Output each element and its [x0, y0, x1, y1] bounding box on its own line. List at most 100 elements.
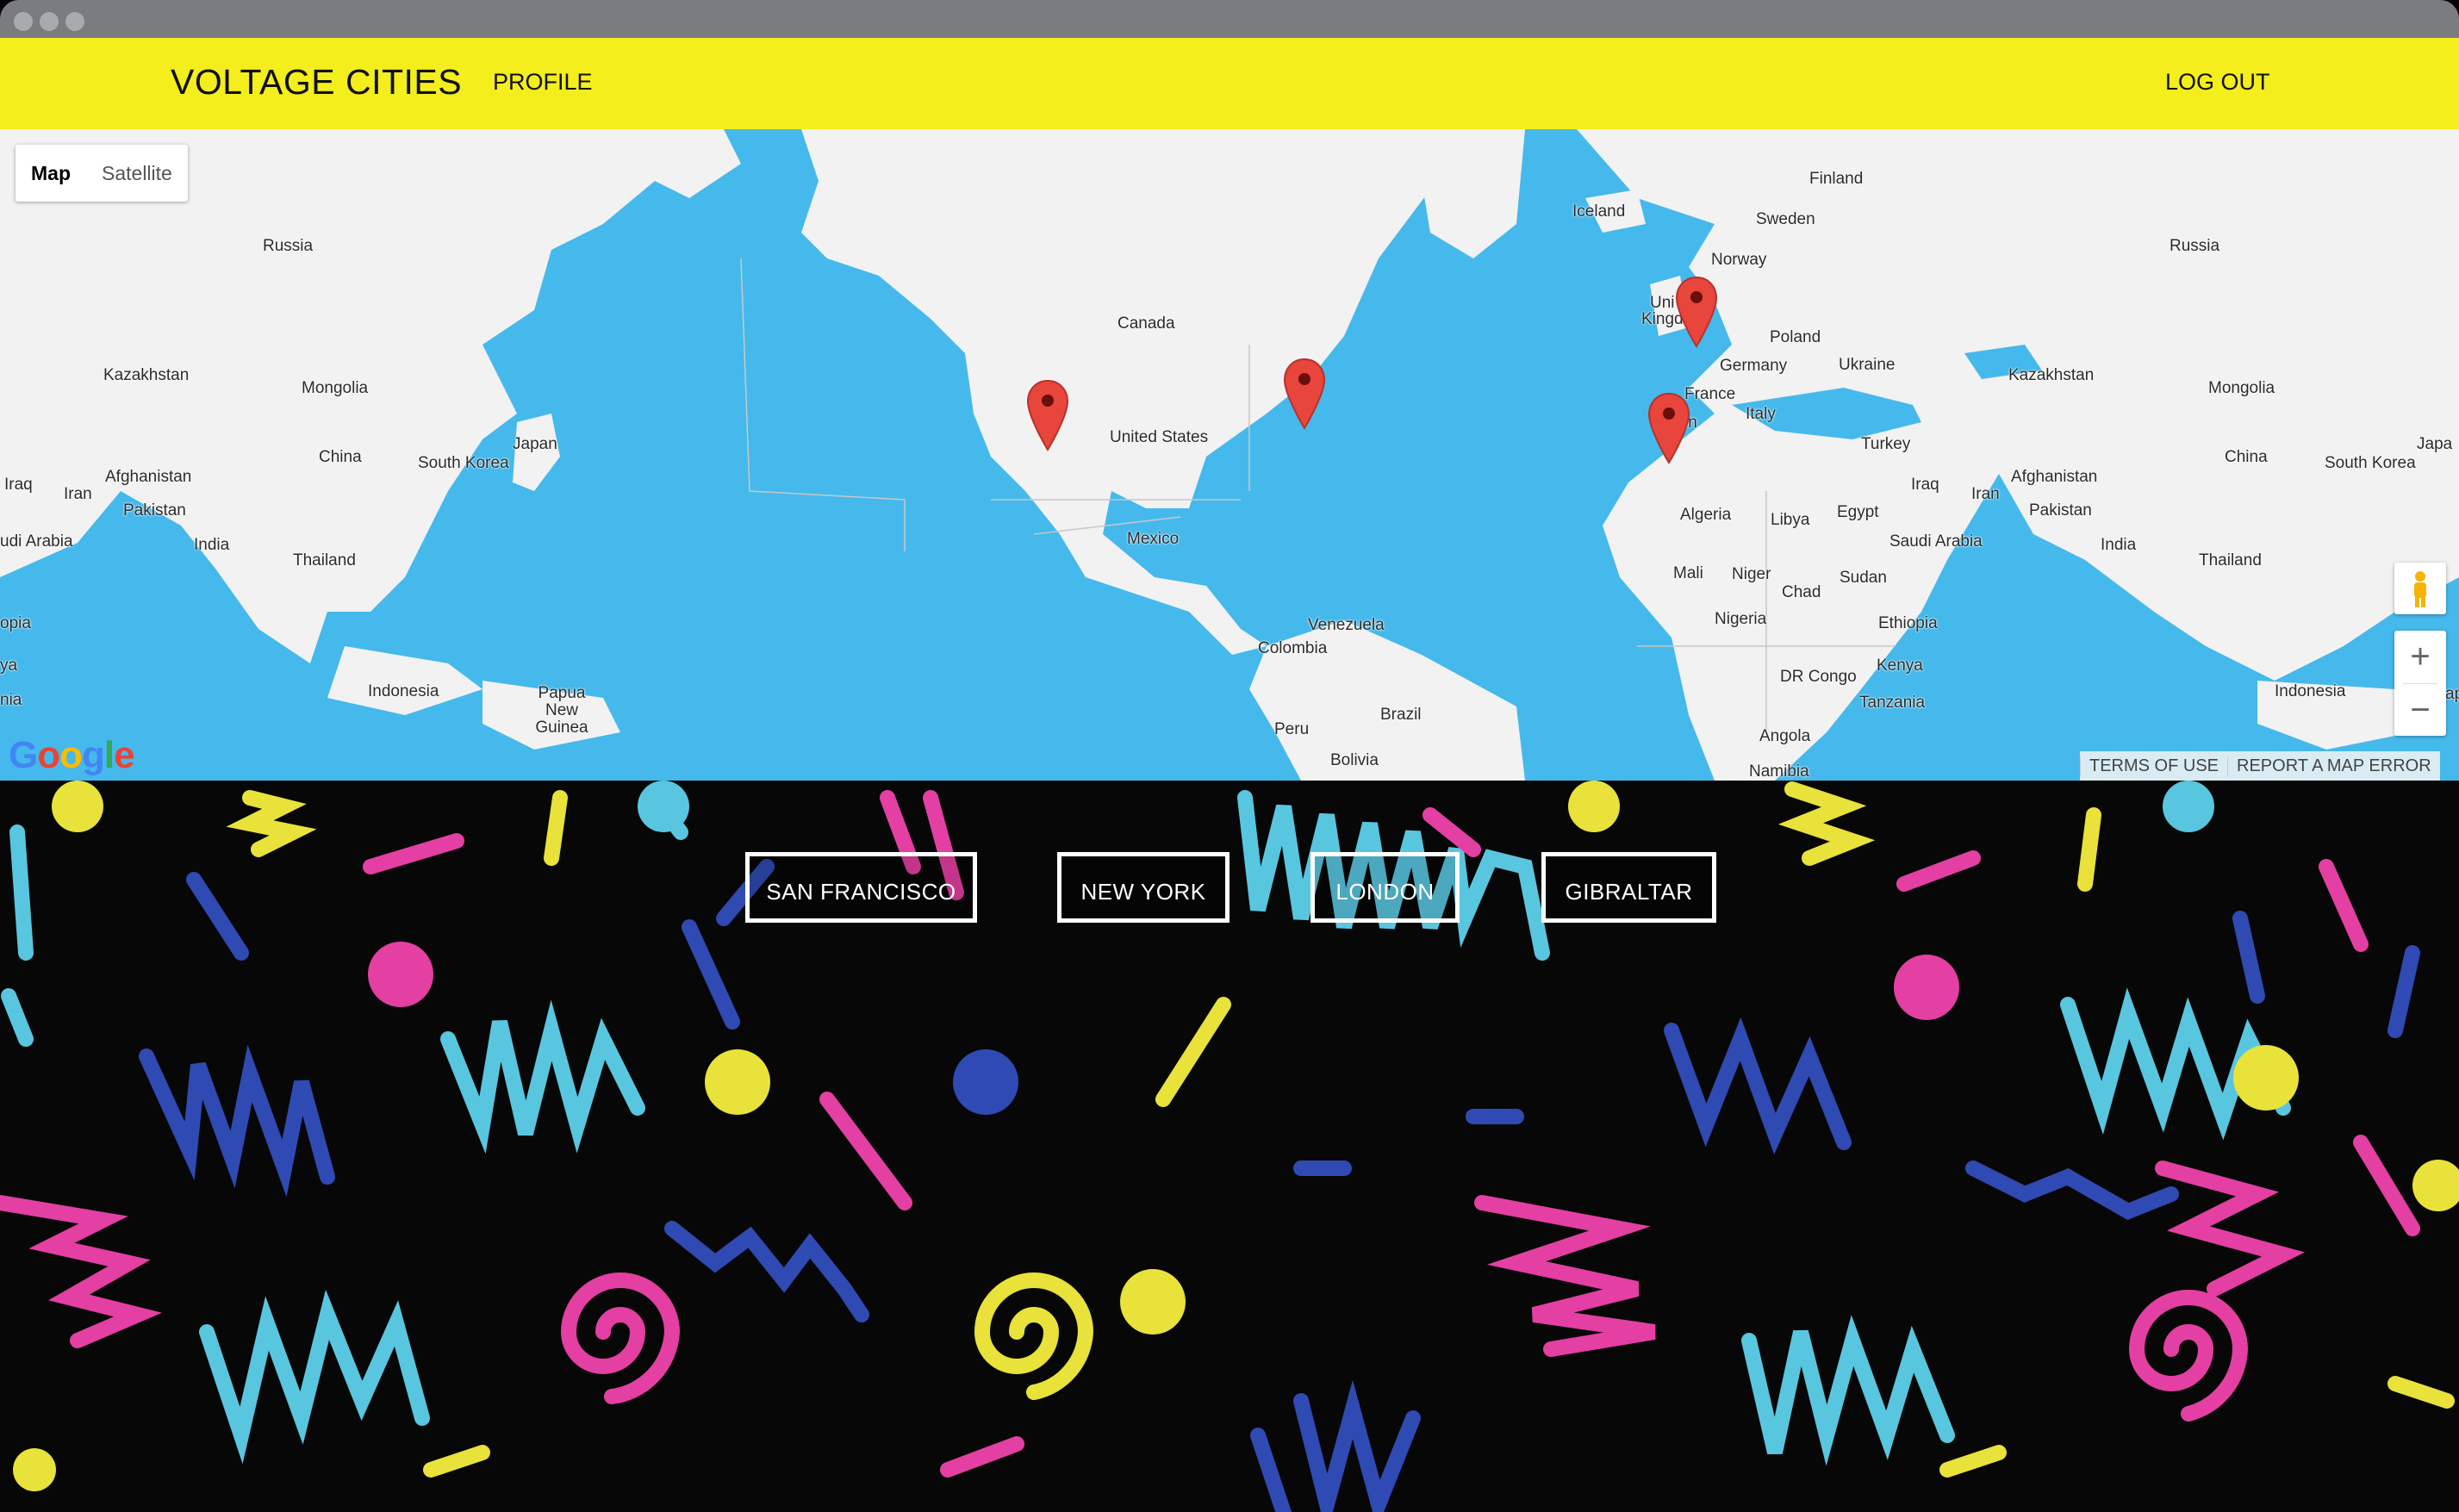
map-footer: TERMS OF USE REPORT A MAP ERROR — [2080, 751, 2440, 781]
map-label: Indonesia — [368, 682, 439, 700]
map-label: Kazakhstan — [103, 366, 190, 384]
map-label: Colombia — [1258, 639, 1328, 657]
map-label: Poland — [1770, 328, 1821, 346]
logo-letter: o — [37, 734, 60, 776]
map-label: Venezuela — [1308, 616, 1385, 634]
map-label: United States — [1110, 428, 1209, 446]
map-label: India — [2101, 536, 2137, 554]
map-label: Norway — [1711, 251, 1767, 269]
map-marker-new-york[interactable] — [1283, 358, 1326, 430]
map-label: Ukraine — [1839, 356, 1896, 374]
zoom-out-button[interactable]: − — [2394, 684, 2446, 736]
map-label: Sudan — [1840, 569, 1887, 587]
city-button-san-francisco[interactable]: SAN FRANCISCO — [745, 852, 977, 923]
google-logo[interactable]: Google — [9, 734, 135, 777]
map-label: Thailand — [293, 551, 356, 569]
map-label: Italy — [1746, 405, 1776, 423]
map-label: Chad — [1782, 583, 1821, 601]
city-button-new-york[interactable]: NEW YORK — [1057, 852, 1230, 923]
map-label: Mongolia — [302, 379, 369, 397]
map-label: Algeria — [1680, 506, 1732, 524]
window-titlebar — [0, 0, 2459, 38]
map-label: Thailand — [2199, 551, 2262, 569]
map-label: Afghanistan — [2011, 468, 2098, 486]
map-label: Mexico — [1127, 530, 1180, 548]
map-type-control: Map Satellite — [16, 145, 188, 202]
map-label: Kenya — [1877, 656, 1923, 675]
map-label: Saudi Arabia — [1889, 532, 1983, 551]
logo-letter: G — [9, 734, 38, 776]
map-label: Iran — [64, 485, 92, 503]
map-label: Niger — [1732, 565, 1771, 583]
map-label: Finland — [1809, 170, 1864, 188]
map-type-satellite-button[interactable]: Satellite — [86, 145, 188, 202]
memphis-pattern-background — [0, 781, 2459, 1512]
map-label: Russia — [2170, 237, 2220, 255]
map-label: DR Congo — [1780, 668, 1857, 686]
map-marker-gibraltar[interactable] — [1647, 392, 1690, 464]
map-label: Indonesia — [2275, 682, 2346, 700]
map-label: Japa — [2417, 435, 2453, 453]
window-zoom-dot[interactable] — [65, 12, 84, 31]
map-marker-london[interactable] — [1675, 276, 1718, 348]
window-close-dot[interactable] — [14, 12, 33, 31]
map-label: udi Arabia — [0, 532, 73, 551]
map-label: Nigeria — [1715, 610, 1767, 628]
map-label: ya — [0, 656, 18, 675]
brand-logo[interactable]: VOLTAGE CITIES — [171, 62, 462, 103]
map-label: Pakistan — [123, 501, 186, 520]
map-label: Libya — [1771, 511, 1810, 529]
report-map-error-link[interactable]: REPORT A MAP ERROR — [2227, 756, 2440, 776]
zoom-in-button[interactable]: + — [2394, 631, 2446, 682]
map-label: Peru — [1274, 720, 1310, 738]
map-label: Tanzania — [1859, 694, 1926, 712]
map-label: Iraq — [4, 476, 33, 494]
map-label: Iran — [1971, 485, 2000, 503]
map-label: Papua New Guinea — [535, 684, 588, 737]
map-label: Iraq — [1911, 476, 1939, 494]
map-type-map-button[interactable]: Map — [16, 145, 86, 202]
city-button-london[interactable]: LONDON — [1310, 852, 1460, 923]
map-label: Kazakhstan — [2008, 366, 2095, 384]
window-minimize-dot[interactable] — [40, 12, 59, 31]
map-label: Egypt — [1837, 503, 1879, 521]
map-label: Pakistan — [2029, 501, 2092, 520]
map-label: Brazil — [1380, 706, 1422, 724]
map-label: Turkey — [1861, 435, 1911, 453]
map-label: Mali — [1673, 564, 1703, 582]
map-label: China — [319, 448, 362, 466]
map-label: Namibia — [1749, 762, 1809, 781]
map-label: Angola — [1759, 727, 1811, 745]
map-label: Russia — [263, 237, 314, 255]
map-label: Japan — [513, 435, 557, 453]
map-label: Iceland — [1572, 202, 1626, 221]
logo-letter: e — [114, 734, 135, 776]
logo-letter: o — [59, 734, 83, 776]
map-label: Afghanistan — [105, 468, 192, 486]
nav-profile-link[interactable]: PROFILE — [493, 69, 593, 96]
top-nav-bar: VOLTAGE CITIES PROFILE LOG OUT — [0, 38, 2459, 129]
map-label: Bolivia — [1330, 751, 1379, 769]
pegman-icon — [2414, 571, 2426, 607]
map-label: France — [1684, 385, 1736, 403]
map-label: India — [194, 536, 230, 554]
map-label: opia — [0, 614, 31, 632]
map-label: ap — [2445, 685, 2459, 703]
map-label: China — [2225, 448, 2268, 466]
map-label: Germany — [1720, 357, 1788, 375]
world-map[interactable]: Russia Kazakhstan Mongolia China South K… — [0, 129, 2459, 781]
map-marker-san-francisco[interactable] — [1026, 379, 1069, 451]
city-button-gibraltar[interactable]: GIBRALTAR — [1541, 852, 1716, 923]
terms-of-use-link[interactable]: TERMS OF USE — [2080, 756, 2227, 776]
map-label: nia — [0, 691, 22, 709]
nav-logout-link[interactable]: LOG OUT — [2165, 69, 2270, 96]
map-label: Mongolia — [2208, 379, 2275, 397]
map-label: Sweden — [1756, 210, 1815, 228]
map-label: Ethiopia — [1878, 614, 1938, 632]
zoom-control: + − — [2394, 631, 2446, 736]
logo-letter: l — [103, 734, 115, 776]
street-view-pegman[interactable] — [2394, 563, 2446, 614]
map-label: South Korea — [418, 454, 509, 472]
map-label: South Korea — [2325, 454, 2416, 472]
logo-letter: g — [82, 734, 105, 776]
